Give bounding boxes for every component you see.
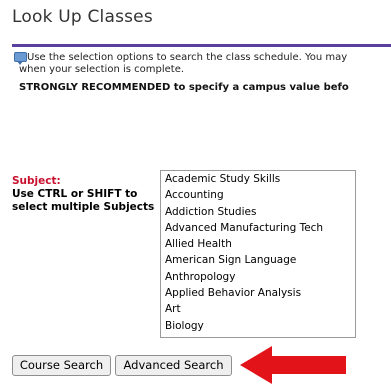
subject-option[interactable]: Academic Study Skills [161,171,355,187]
subject-option[interactable]: Addiction Studies [161,204,355,220]
subject-select[interactable]: Academic Study Skills Accounting Addicti… [160,170,356,338]
red-arrow-icon [240,346,346,384]
page-title: Look Up Classes [12,7,153,27]
subject-option[interactable]: Applied Behavior Analysis [161,285,355,301]
campus-recommendation: STRONGLY RECOMMENDED to specify a campus… [19,82,349,93]
subject-option[interactable]: Advanced Manufacturing Tech [161,220,355,236]
subject-option[interactable]: Art [161,301,355,317]
subject-hint-line-1: Use CTRL or SHIFT to [12,188,138,200]
subject-option[interactable]: Accounting [161,187,355,203]
subject-option[interactable]: Biology [161,318,355,334]
subject-hint-line-2: select multiple Subjects [12,201,155,213]
subject-option[interactable]: Anthropology [161,269,355,285]
info-icon [14,52,27,65]
subject-option[interactable]: Allied Health [161,236,355,252]
subject-option[interactable]: American Sign Language [161,252,355,268]
course-search-button[interactable]: Course Search [12,355,111,376]
subject-label-block: Subject: Use CTRL or SHIFT to select mul… [12,175,154,214]
subject-label: Subject: [12,175,61,187]
info-text-line-2: when your selection is complete. [19,64,185,75]
info-text-line-1: Use the selection options to search the … [27,52,348,63]
advanced-search-button[interactable]: Advanced Search [115,355,232,376]
header-divider [12,44,391,47]
